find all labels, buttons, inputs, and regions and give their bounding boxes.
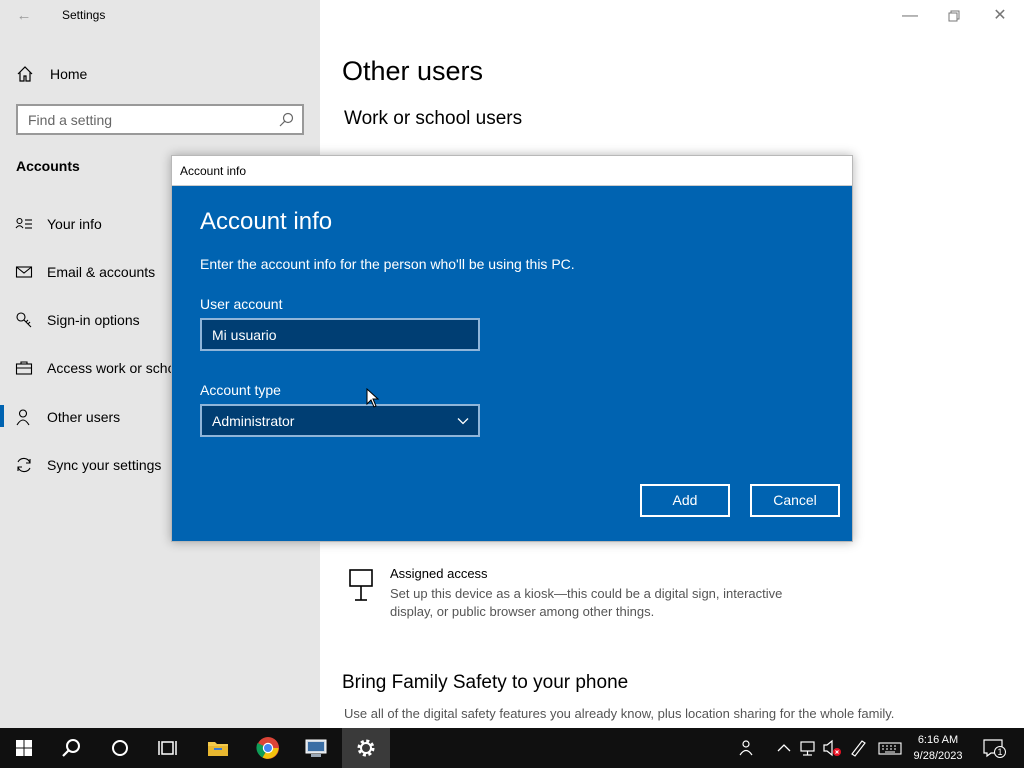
sidebar-item-label: Your info bbox=[47, 216, 102, 232]
clock-time: 6:16 AM bbox=[917, 734, 959, 746]
user-account-input[interactable] bbox=[200, 318, 480, 351]
sidebar-item-label: Access work or scho bbox=[47, 360, 176, 376]
section-title: Accounts bbox=[16, 158, 80, 174]
people-icon[interactable] bbox=[738, 738, 758, 758]
dialog-heading: Account info bbox=[200, 208, 333, 235]
start-button[interactable] bbox=[0, 728, 48, 768]
notification-count: 1 bbox=[994, 746, 1006, 758]
app-title: Settings bbox=[62, 8, 106, 22]
settings-button[interactable] bbox=[342, 728, 390, 768]
assigned-access-item[interactable]: Assigned access Set up this device as a … bbox=[348, 566, 968, 626]
assigned-access-description: Set up this device as a kiosk—this could… bbox=[390, 586, 783, 619]
chrome-icon bbox=[256, 737, 279, 759]
account-type-select[interactable]: Administrator bbox=[200, 404, 480, 437]
search-icon bbox=[62, 739, 80, 757]
assigned-access-title: Assigned access bbox=[390, 566, 488, 581]
dialog-titlebar[interactable]: Account info bbox=[172, 156, 852, 186]
volume-muted-icon[interactable] bbox=[822, 738, 842, 758]
network-icon[interactable] bbox=[798, 738, 818, 758]
chevron-up-icon[interactable] bbox=[774, 738, 794, 758]
dialog-window-title: Account info bbox=[180, 164, 247, 178]
person-card-icon bbox=[15, 217, 32, 229]
home-icon bbox=[17, 66, 33, 82]
add-button[interactable]: Add bbox=[640, 484, 730, 517]
briefcase-icon bbox=[15, 361, 33, 375]
section-heading: Work or school users bbox=[344, 108, 523, 129]
settings-icon bbox=[357, 739, 375, 757]
dialog-description: Enter the account info for the person wh… bbox=[200, 256, 575, 272]
nav-home-label: Home bbox=[50, 66, 88, 82]
task-view-button[interactable] bbox=[144, 728, 192, 768]
taskbar-search-button[interactable] bbox=[48, 728, 96, 768]
cortana-button[interactable] bbox=[96, 728, 144, 768]
cortana-icon bbox=[112, 740, 128, 756]
sidebar-item-label: Sign-in options bbox=[47, 312, 140, 328]
sync-icon bbox=[17, 457, 31, 473]
key-icon bbox=[16, 312, 32, 328]
page-title: Other users bbox=[342, 56, 484, 86]
user-account-label: User account bbox=[200, 296, 283, 312]
network-app-button[interactable] bbox=[292, 728, 340, 768]
nav-home[interactable]: Home bbox=[16, 63, 87, 85]
family-safety-title: Bring Family Safety to your phone bbox=[342, 672, 629, 693]
family-safety-description: Use all of the digital safety features y… bbox=[344, 706, 895, 721]
search-input[interactable] bbox=[28, 111, 268, 129]
clock[interactable]: 6:16 AM 9/28/2023 bbox=[906, 732, 970, 764]
file-explorer-button[interactable] bbox=[194, 728, 242, 768]
active-indicator bbox=[0, 405, 4, 427]
account-info-dialog: Account info Account info Enter the acco… bbox=[171, 155, 853, 542]
back-arrow-icon[interactable]: ← bbox=[14, 6, 34, 26]
person-icon bbox=[16, 409, 30, 426]
mail-icon bbox=[15, 266, 33, 278]
network-app-icon bbox=[305, 739, 327, 757]
close-icon[interactable]: ✕ bbox=[988, 4, 1012, 28]
action-center-button[interactable]: 1 bbox=[982, 738, 1006, 758]
sidebar-item-label: Other users bbox=[47, 409, 121, 425]
task-view-icon bbox=[158, 741, 177, 755]
search-icon[interactable] bbox=[278, 112, 294, 128]
keyboard-icon[interactable] bbox=[878, 738, 902, 758]
minimize-icon[interactable]: — bbox=[898, 4, 922, 28]
sidebar-item-label: Email & accounts bbox=[47, 264, 156, 280]
file-explorer-icon bbox=[208, 742, 228, 756]
pen-icon[interactable] bbox=[848, 738, 868, 758]
kiosk-icon bbox=[349, 569, 373, 601]
chevron-down-icon bbox=[457, 418, 469, 425]
account-type-label: Account type bbox=[200, 382, 281, 398]
account-type-value: Administrator bbox=[212, 413, 295, 429]
cancel-button[interactable]: Cancel bbox=[750, 484, 840, 517]
search-box[interactable] bbox=[16, 104, 304, 135]
taskbar: 6:16 AM 9/28/2023 1 bbox=[0, 728, 1024, 768]
start-icon bbox=[16, 740, 32, 756]
chrome-button[interactable] bbox=[244, 728, 292, 768]
clock-date: 9/28/2023 bbox=[913, 750, 963, 762]
sidebar-item-label: Sync your settings bbox=[47, 457, 162, 473]
mouse-cursor-icon bbox=[366, 388, 380, 408]
restore-icon[interactable] bbox=[942, 4, 966, 28]
